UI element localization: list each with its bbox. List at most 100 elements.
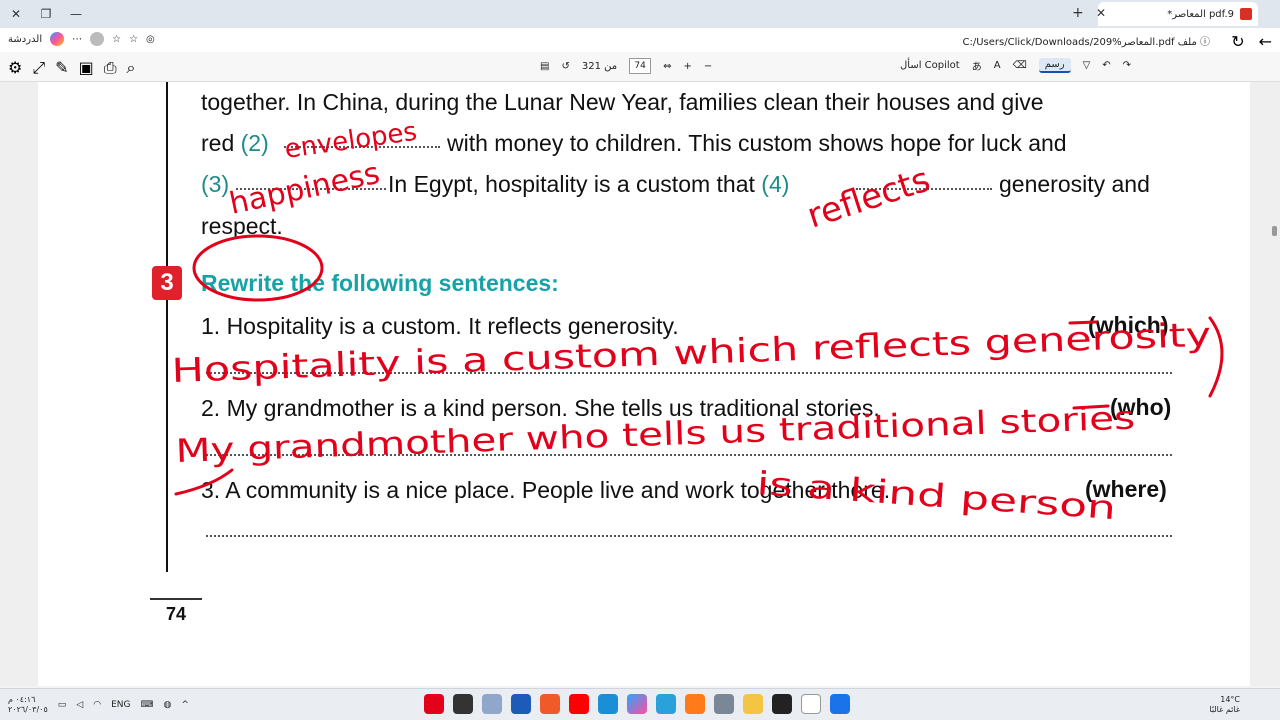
weather-text: غائم غالبًا (1209, 705, 1240, 714)
keyword-where: (where) (1085, 476, 1167, 502)
margin-line (166, 82, 168, 572)
language-indicator[interactable]: ENG (111, 700, 130, 710)
clock-date: ٢٠٢٦/٠٣/٠٥ (8, 705, 48, 714)
profile-icon[interactable] (90, 32, 105, 46)
page-number: 74 (166, 604, 187, 624)
pdf-toolbar: ⚙ ⤢ ✎ ▣ ⎙ ⌕ ▤ ↺ من 321 74 ⇔ + − اسأل Cop… (0, 52, 1280, 82)
clock-time: ٠٤:١٦ م (8, 695, 36, 704)
battery-icon[interactable]: ▭ (58, 700, 67, 710)
answer-line-1 (206, 372, 1172, 374)
fullscreen-icon[interactable]: ⤢ (32, 58, 45, 78)
app-edge-icon[interactable] (598, 694, 618, 714)
title-bar: ✕ ❐ — + *المعاصر pdf.9 ✕ (0, 0, 1280, 28)
app-explorer-icon[interactable] (743, 694, 763, 714)
scrollbar[interactable] (1270, 86, 1278, 682)
add-favorite-icon[interactable]: ☆ (129, 34, 138, 45)
tab-title: *المعاصر pdf.9 (1167, 8, 1234, 20)
copilot-icon[interactable] (50, 32, 65, 46)
url-text: C:/Users/Click/Downloads/209%المعاصر.pdf (962, 37, 1175, 48)
tab-pdf[interactable]: *المعاصر pdf.9 (1098, 2, 1258, 26)
line3-text: In Egypt, hospitality is a custom that (388, 171, 755, 197)
keyword-which: (which) (1088, 312, 1169, 338)
mic-icon[interactable]: ◍ (163, 700, 171, 710)
blank-number-2: (2) (240, 130, 269, 156)
volume-icon[interactable]: ◁ (76, 700, 83, 710)
app-browser-icon[interactable] (482, 694, 502, 714)
passage-line-2-end: with money to children. This custom show… (447, 130, 1067, 156)
app-copilot-icon[interactable] (627, 694, 647, 714)
passage-line-3: In Egypt, hospitality is a custom that (… (388, 171, 789, 198)
keyword-who: (who) (1110, 394, 1172, 420)
minimize-window-icon[interactable]: — (66, 4, 86, 24)
app-firefox-icon[interactable] (685, 694, 705, 714)
info-icon: ⓘ (1200, 37, 1210, 48)
app-settings-icon[interactable] (714, 694, 734, 714)
pdf-icon (1240, 8, 1252, 20)
blank-number-4: (4) (761, 171, 790, 197)
more-icon[interactable]: ⋯ (72, 34, 82, 45)
new-tab-icon[interactable]: + (1072, 5, 1084, 21)
chevron-up-icon[interactable]: ^ (181, 700, 189, 710)
save-icon[interactable]: ▣ (79, 58, 94, 78)
question-2: 2. My grandmother is a kind person. She … (201, 395, 880, 421)
close-window-icon[interactable]: ✕ (6, 4, 26, 24)
app-wps-icon[interactable] (424, 694, 444, 714)
passage-line-2: red (2) (201, 130, 269, 157)
blank-number-3: (3) (201, 171, 230, 197)
passage-line-3-end: generosity and (999, 171, 1150, 197)
app-office-icon[interactable] (540, 694, 560, 714)
keyboard-icon[interactable]: ⌨ (140, 700, 153, 710)
chat-label[interactable]: الدردشة (8, 34, 42, 45)
translate-icon[interactable]: あ (972, 58, 982, 73)
search-icon[interactable]: ⌕ (127, 58, 136, 78)
blank-line-4 (856, 188, 992, 190)
settings-icon[interactable]: ⚙ (8, 58, 22, 78)
page-number-rule (150, 598, 202, 600)
page-view-icon[interactable]: ▤ (540, 61, 549, 72)
undo-icon[interactable]: ↶ (1102, 60, 1110, 71)
back-icon[interactable]: ← (1259, 32, 1272, 51)
restore-window-icon[interactable]: ❐ (36, 4, 56, 24)
favorites-icon[interactable]: ☆ (112, 34, 121, 45)
blank-line-2 (284, 146, 440, 148)
tab-close-icon[interactable]: ✕ (1096, 6, 1106, 20)
read-aloud-icon[interactable]: ◎ (146, 34, 155, 45)
fit-width-icon[interactable]: ⇔ (663, 61, 671, 72)
refresh-icon[interactable]: ↻ (1231, 32, 1244, 51)
question-3: 3. A community is a nice place. People l… (201, 477, 891, 503)
weather-temp: 14°C (1220, 695, 1240, 704)
url-prefix: ملف (1177, 37, 1197, 48)
passage-line-4: respect. (201, 213, 283, 239)
eraser-icon[interactable]: ⌫ (1013, 60, 1027, 71)
app-terminal-icon[interactable] (772, 694, 792, 714)
search-taskbar-icon[interactable] (801, 694, 821, 714)
url-field[interactable]: C:/Users/Click/Downloads/209%المعاصر.pdf… (963, 33, 1210, 48)
app-youtube-icon[interactable] (569, 694, 589, 714)
exercise-number-badge: 3 (152, 266, 182, 300)
weather-widget[interactable]: 14°C غائم غالبًا (1209, 695, 1240, 715)
draw-button[interactable]: رسم (1038, 58, 1071, 73)
zoom-out-icon[interactable]: − (704, 61, 712, 72)
zoom-in-icon[interactable]: + (683, 61, 691, 72)
start-button-icon[interactable] (830, 694, 850, 714)
highlight-icon[interactable]: A (994, 60, 1001, 71)
rotate-icon[interactable]: ↺ (561, 61, 569, 72)
page-number-input[interactable]: 74 (629, 58, 652, 74)
copilot-ask-button[interactable]: اسأل Copilot (900, 60, 960, 71)
app-store-icon[interactable] (511, 694, 531, 714)
answer-line-3 (206, 535, 1172, 537)
line2-start: red (201, 130, 235, 156)
app-capcut-icon[interactable] (453, 694, 473, 714)
clock[interactable]: ٠٤:١٦ م ٢٠٢٦/٠٣/٠٥ (8, 695, 48, 715)
passage-line-1: together. In China, during the Lunar New… (201, 89, 1044, 115)
page-total: من 321 (581, 60, 618, 72)
question-1: 1. Hospitality is a custom. It reflects … (201, 313, 679, 339)
redo-icon[interactable]: ↷ (1123, 60, 1131, 71)
pen-icon[interactable]: ▽ (1083, 60, 1091, 71)
app-telegram-icon[interactable] (656, 694, 676, 714)
wifi-icon[interactable]: ◠ (93, 700, 101, 710)
blank-line-3 (236, 188, 386, 190)
edit-icon[interactable]: ✎ (55, 58, 68, 78)
print-icon[interactable]: ⎙ (104, 58, 117, 78)
scroll-thumb[interactable] (1272, 226, 1277, 236)
